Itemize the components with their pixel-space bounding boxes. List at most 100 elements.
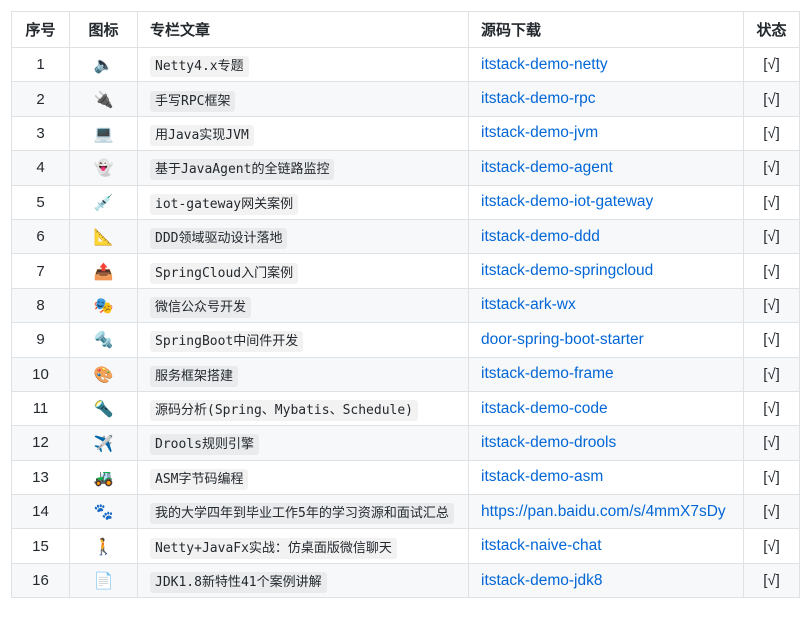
tractor-icon: 🚜 <box>93 467 114 487</box>
row-source-cell: itstack-demo-rpc <box>468 81 744 117</box>
header-no: 序号 <box>11 11 70 48</box>
row-number: 14 <box>11 494 70 530</box>
header-article: 专栏文章 <box>137 11 469 48</box>
row-article-cell: 手写RPC框架 <box>137 81 469 117</box>
status-check: [√] <box>743 46 800 83</box>
source-link[interactable]: itstack-ark-wx <box>481 296 576 313</box>
row-article-cell: SpringBoot中间件开发 <box>137 322 469 358</box>
article-title: iot-gateway网关案例 <box>150 193 299 215</box>
header-icon: 图标 <box>69 11 138 48</box>
table-row: 8 🎭 微信公众号开发 itstack-ark-wx [√] <box>11 287 800 324</box>
article-title: Drools规则引擎 <box>150 434 259 456</box>
palette-icon: 🎨 <box>93 364 114 384</box>
row-number: 5 <box>11 184 70 220</box>
status-check: [√] <box>743 459 800 496</box>
source-link[interactable]: itstack-naive-chat <box>481 537 602 554</box>
row-article-cell: SpringCloud入门案例 <box>137 253 469 289</box>
table-row: 16 📄 JDK1.8新特性41个案例讲解 itstack-demo-jdk8 [√] <box>11 562 800 599</box>
row-number: 2 <box>11 81 70 117</box>
status-check: [√] <box>743 150 800 186</box>
table-row: 3 💻 用Java实现JVM itstack-demo-jvm [√] <box>11 115 800 152</box>
row-icon-cell: 🔌 <box>69 81 138 117</box>
table-row: 11 🔦 源码分析(Spring、Mybatis、Schedule) itstack-… <box>11 390 800 427</box>
source-link[interactable]: itstack-demo-agent <box>481 159 613 176</box>
table-row: 1 🔈 Netty4.x专题 itstack-demo-netty [√] <box>11 46 800 83</box>
ghost-icon: 👻 <box>93 158 114 178</box>
status-check: [√] <box>743 115 800 152</box>
source-link[interactable]: itstack-demo-drools <box>481 434 616 451</box>
status-check: [√] <box>743 322 800 358</box>
plug-icon: 🔌 <box>93 89 114 109</box>
source-link[interactable]: itstack-demo-code <box>481 400 608 417</box>
article-title: 我的大学四年到毕业工作5年的学习资源和面试汇总 <box>150 503 454 525</box>
table-row: 15 🚶 Netty+JavaFx实战：仿桌面版微信聊天 itstack-naive-… <box>11 528 800 564</box>
row-article-cell: DDD领域驱动设计落地 <box>137 218 469 255</box>
table-row: 6 📐 DDD领域驱动设计落地 itstack-demo-ddd [√] <box>11 218 800 255</box>
source-link[interactable]: itstack-demo-iot-gateway <box>481 193 653 210</box>
source-link[interactable]: itstack-demo-asm <box>481 468 603 485</box>
row-source-cell: itstack-demo-frame <box>468 356 744 392</box>
row-source-cell: itstack-demo-springcloud <box>468 253 744 289</box>
source-link[interactable]: itstack-demo-netty <box>481 56 608 73</box>
article-title: 源码分析(Spring、Mybatis、Schedule) <box>150 400 419 422</box>
row-source-cell: itstack-demo-ddd <box>468 218 744 255</box>
row-article-cell: 源码分析(Spring、Mybatis、Schedule) <box>137 390 469 427</box>
laptop-icon: 💻 <box>93 123 114 143</box>
source-link[interactable]: itstack-demo-springcloud <box>481 262 653 279</box>
airplane-icon: ✈️ <box>93 433 114 453</box>
row-icon-cell: 💉 <box>69 184 138 220</box>
row-source-cell: door-spring-boot-starter <box>468 322 744 358</box>
article-title: 基于JavaAgent的全链路监控 <box>150 159 335 181</box>
source-link[interactable]: https://pan.baidu.com/s/4mmX7sDy <box>481 503 726 520</box>
row-number: 15 <box>11 528 70 564</box>
paw-prints-icon: 🐾 <box>93 502 114 522</box>
bolt-icon: 🔩 <box>93 330 114 350</box>
row-source-cell: itstack-naive-chat <box>468 528 744 564</box>
article-title: ASM字节码编程 <box>150 468 249 490</box>
row-icon-cell: 📐 <box>69 218 138 255</box>
status-check: [√] <box>743 184 800 220</box>
article-title: DDD领域驱动设计落地 <box>150 228 288 250</box>
row-number: 10 <box>11 356 70 392</box>
row-icon-cell: 🎭 <box>69 287 138 324</box>
status-check: [√] <box>743 494 800 530</box>
row-article-cell: JDK1.8新特性41个案例讲解 <box>137 562 469 599</box>
row-number: 9 <box>11 322 70 358</box>
row-icon-cell: 🚶 <box>69 528 138 564</box>
row-article-cell: 微信公众号开发 <box>137 287 469 324</box>
article-title: SpringBoot中间件开发 <box>150 331 304 353</box>
row-icon-cell: ✈️ <box>69 425 138 461</box>
row-number: 11 <box>11 390 70 427</box>
source-link[interactable]: itstack-demo-jvm <box>481 124 598 141</box>
row-number: 3 <box>11 115 70 152</box>
source-link[interactable]: itstack-demo-frame <box>481 365 614 382</box>
article-table: 序号 图标 专栏文章 源码下载 状态 1 🔈 Netty4.x专题 itstack-d… <box>11 11 800 599</box>
row-article-cell: ASM字节码编程 <box>137 459 469 496</box>
article-title: Netty4.x专题 <box>150 56 249 78</box>
row-icon-cell: 💻 <box>69 115 138 152</box>
row-number: 1 <box>11 46 70 83</box>
table-header-row: 序号 图标 专栏文章 源码下载 状态 <box>11 11 800 48</box>
source-link[interactable]: door-spring-boot-starter <box>481 331 644 348</box>
row-source-cell: itstack-demo-drools <box>468 425 744 461</box>
row-article-cell: iot-gateway网关案例 <box>137 184 469 220</box>
article-title: 用Java实现JVM <box>150 124 254 146</box>
source-link[interactable]: itstack-demo-jdk8 <box>481 572 602 589</box>
source-link[interactable]: itstack-demo-ddd <box>481 228 600 245</box>
status-check: [√] <box>743 218 800 255</box>
speaker-icon: 🔈 <box>93 55 114 75</box>
row-source-cell: itstack-demo-netty <box>468 46 744 83</box>
row-source-cell: https://pan.baidu.com/s/4mmX7sDy <box>468 494 744 530</box>
article-title: 服务框架搭建 <box>150 365 239 387</box>
status-check: [√] <box>743 253 800 289</box>
row-number: 6 <box>11 218 70 255</box>
document-icon: 📄 <box>93 571 114 591</box>
row-source-cell: itstack-demo-jdk8 <box>468 562 744 599</box>
row-number: 13 <box>11 459 70 496</box>
flashlight-icon: 🔦 <box>93 399 114 419</box>
row-icon-cell: 👻 <box>69 150 138 186</box>
row-source-cell: itstack-demo-agent <box>468 150 744 186</box>
source-link[interactable]: itstack-demo-rpc <box>481 90 596 107</box>
article-title: JDK1.8新特性41个案例讲解 <box>150 572 327 594</box>
row-article-cell: Drools规则引擎 <box>137 425 469 461</box>
